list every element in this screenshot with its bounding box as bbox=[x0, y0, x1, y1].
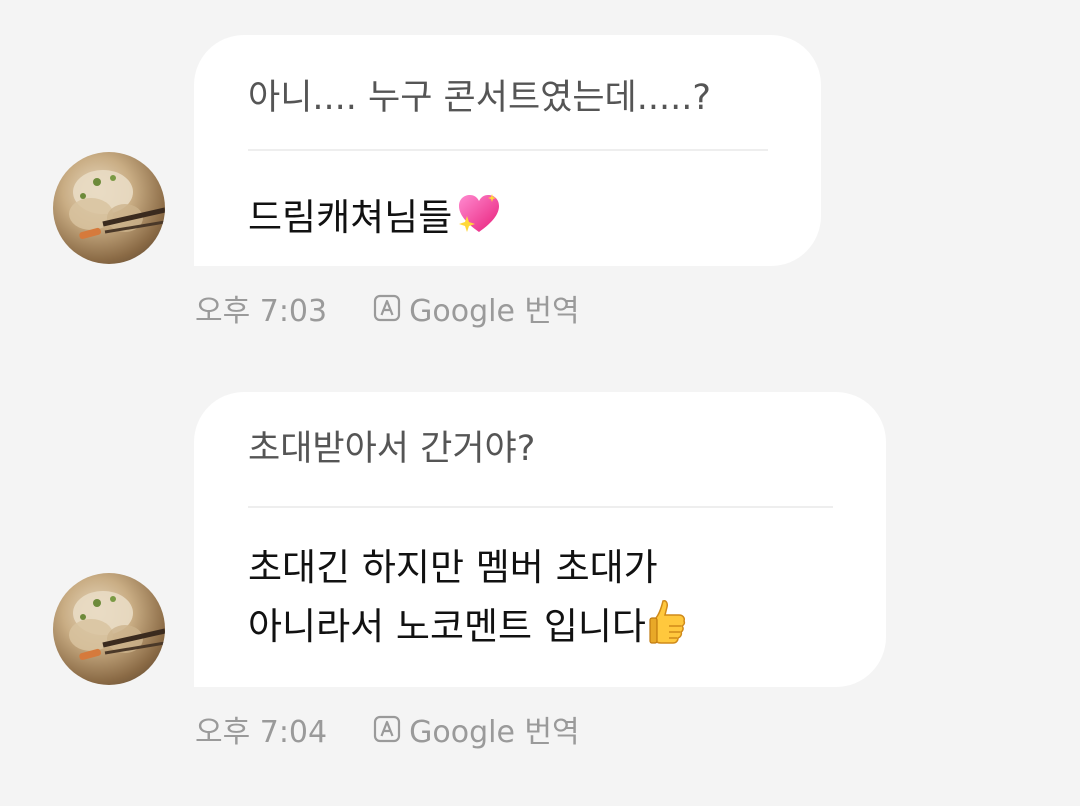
reply-line: 초대긴 하지만 멤버 초대가 bbox=[248, 546, 658, 589]
reply-line: 아니라서 노코멘트 입니다 bbox=[248, 605, 646, 648]
google-translate-button[interactable]: Google 번역 bbox=[373, 707, 580, 751]
translate-icon bbox=[373, 715, 401, 743]
google-translate-button[interactable]: Google 번역 bbox=[373, 286, 580, 330]
reply-line-with-emoji: 아니라서 노코멘트 입니다 bbox=[248, 597, 687, 662]
message-bubble[interactable]: 초대받아서 간거야? 초대긴 하지만 멤버 초대가 아니라서 노코멘트 입니다 bbox=[194, 392, 886, 687]
message-time: 오후 7:04 bbox=[195, 715, 328, 750]
thumbs-up-icon bbox=[649, 597, 687, 662]
translate-label: Google 번역 bbox=[409, 294, 580, 329]
reply-message: 초대긴 하지만 멤버 초대가 아니라서 노코멘트 입니다 bbox=[248, 538, 687, 662]
message-meta: 오후 7:03 Google 번역 bbox=[195, 286, 580, 330]
message-meta: 오후 7:04 Google 번역 bbox=[195, 707, 580, 751]
quote-divider bbox=[248, 149, 768, 151]
avatar[interactable] bbox=[53, 573, 165, 685]
message-time: 오후 7:03 bbox=[195, 294, 328, 329]
quote-divider bbox=[248, 506, 833, 508]
message-bubble[interactable]: 아니.... 누구 콘서트였는데.....? 드림캐쳐님들 bbox=[194, 35, 821, 266]
avatar-food-photo bbox=[69, 591, 165, 661]
reply-message: 드림캐쳐님들 bbox=[248, 192, 501, 242]
translate-icon bbox=[373, 294, 401, 322]
quoted-message: 초대받아서 간거야? bbox=[248, 429, 536, 469]
reply-text: 드림캐쳐님들 bbox=[248, 196, 453, 239]
avatar[interactable] bbox=[53, 152, 165, 264]
avatar-food-photo bbox=[69, 170, 165, 240]
translate-label: Google 번역 bbox=[409, 715, 580, 750]
sparkling-heart-icon bbox=[455, 192, 501, 242]
quoted-message: 아니.... 누구 콘서트였는데.....? bbox=[248, 78, 711, 118]
